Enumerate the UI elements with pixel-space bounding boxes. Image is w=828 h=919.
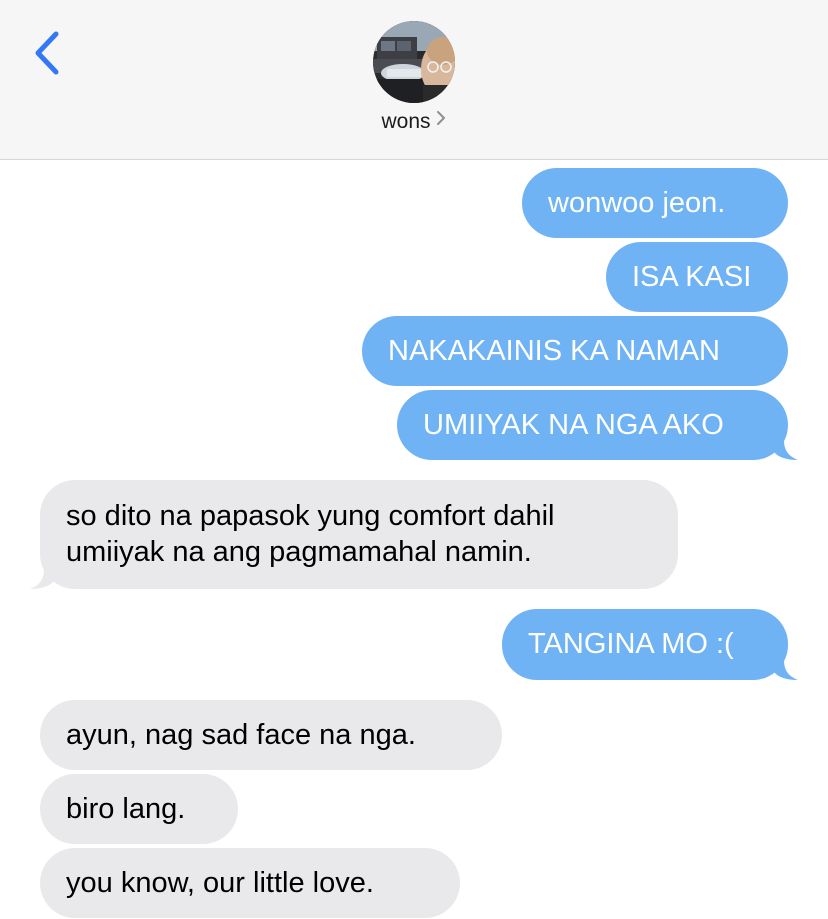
chevron-right-icon bbox=[435, 109, 447, 133]
avatar-photo bbox=[373, 21, 455, 103]
message-text-line: so dito na papasok yung comfort dahil bbox=[66, 500, 555, 532]
sent-message-bubble[interactable]: TANGINA MO :( bbox=[502, 609, 798, 680]
sent-message-bubble[interactable]: UMIIYAK NA NGA AKO bbox=[397, 390, 798, 460]
back-button[interactable] bbox=[28, 26, 68, 82]
message-text: ayun, nag sad face na nga. bbox=[66, 719, 416, 751]
message-text-line: umiiyak na ang pagmamahal namin. bbox=[66, 536, 532, 568]
message-text: UMIIYAK NA NGA AKO bbox=[423, 409, 724, 441]
message-thread[interactable]: wonwoo jeon. ISA KASI NAKAKAINIS KA NAMA… bbox=[0, 160, 828, 919]
contact-name-button[interactable]: wons bbox=[0, 110, 828, 134]
conversation-header: wons bbox=[0, 0, 828, 160]
message-text: wonwoo jeon. bbox=[548, 187, 726, 219]
chevron-left-icon bbox=[35, 31, 59, 75]
sent-message-bubble[interactable]: wonwoo jeon. bbox=[522, 168, 788, 238]
received-message-bubble[interactable]: so dito na papasok yung comfort dahil um… bbox=[30, 480, 678, 589]
sent-message-bubble[interactable]: NAKAKAINIS KA NAMAN bbox=[362, 316, 788, 386]
message-text: TANGINA MO :( bbox=[528, 628, 734, 660]
bubble-tail bbox=[774, 660, 798, 680]
message-text: biro lang. bbox=[66, 793, 186, 825]
bubble-tail bbox=[30, 569, 54, 589]
message-text: ISA KASI bbox=[632, 261, 752, 293]
message-text: you know, our little love. bbox=[66, 867, 374, 899]
received-message-bubble[interactable]: you know, our little love. bbox=[40, 848, 460, 918]
contact-name: wons bbox=[381, 110, 431, 133]
bubble-tail bbox=[774, 440, 798, 460]
received-message-bubble[interactable]: ayun, nag sad face na nga. bbox=[40, 700, 502, 770]
sent-message-bubble[interactable]: ISA KASI bbox=[606, 242, 788, 312]
message-text: NAKAKAINIS KA NAMAN bbox=[388, 335, 720, 367]
contact-avatar[interactable] bbox=[373, 21, 455, 103]
received-message-bubble[interactable]: biro lang. bbox=[40, 774, 238, 844]
